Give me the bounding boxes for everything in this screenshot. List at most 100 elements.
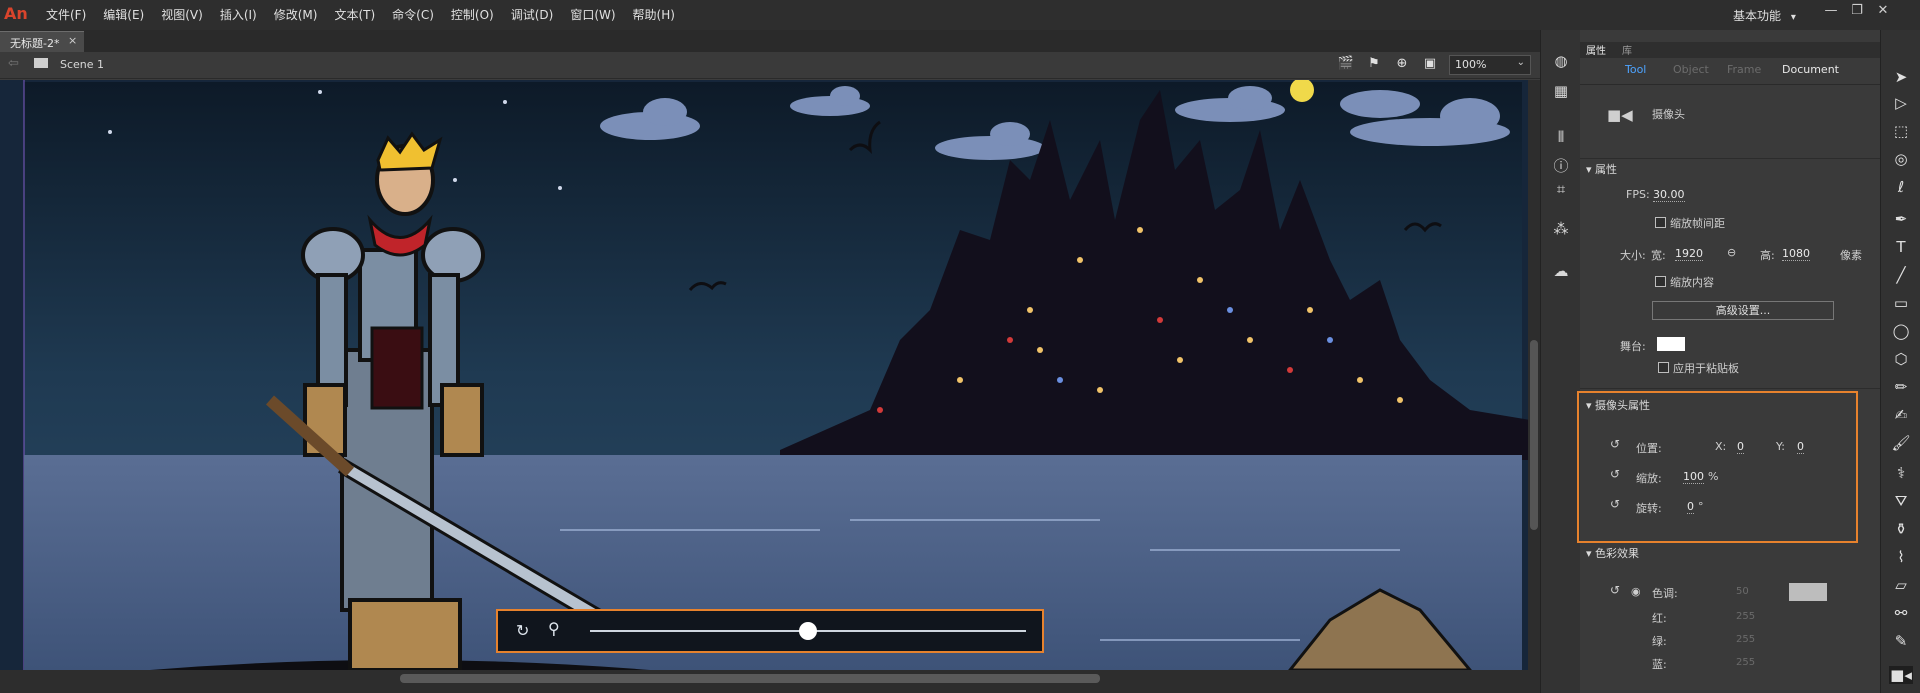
zoom-property-value[interactable]: 100 <box>1683 470 1704 484</box>
apply-pasteboard-checkbox[interactable] <box>1658 362 1669 373</box>
align-icon[interactable]: ⫴ <box>1551 128 1571 146</box>
menu-window[interactable]: 窗口(W) <box>570 0 615 30</box>
fps-value[interactable]: 30.00 <box>1653 188 1685 202</box>
workspace-switcher[interactable]: 基本功能 ▾ <box>1733 7 1796 24</box>
menu-control[interactable]: 控制(O) <box>451 0 494 30</box>
clip-content-icon[interactable]: ▣ <box>1416 56 1444 71</box>
clapperboard-icon <box>34 58 48 68</box>
selection-tool-icon[interactable]: ➤ <box>1889 68 1913 86</box>
menu-debug[interactable]: 调试(D) <box>511 0 554 30</box>
window-controls: — ❐ ✕ <box>1818 3 1896 18</box>
subtab-object[interactable]: Object <box>1673 63 1709 76</box>
width-tool-icon[interactable]: ⚯ <box>1889 604 1913 622</box>
scale-content-checkbox[interactable] <box>1655 276 1666 287</box>
tint-color-swatch[interactable] <box>1789 583 1827 601</box>
back-arrow-icon[interactable]: ⇦ <box>8 56 19 71</box>
camera-slider-handle[interactable] <box>799 622 817 640</box>
zoom-camera-icon[interactable]: ⚲ <box>548 619 560 638</box>
paint-brush-tool-icon[interactable]: ✍ <box>1889 406 1913 424</box>
reset-rotation-icon[interactable]: ↺ <box>1610 497 1620 511</box>
color-section-toggle[interactable]: ▾ 色彩效果 <box>1586 545 1639 561</box>
stage-color-swatch[interactable] <box>1657 337 1685 351</box>
horizontal-scroll-thumb[interactable] <box>400 674 1100 683</box>
bone-tool-icon[interactable]: ⚕ <box>1889 464 1913 482</box>
blue-value[interactable]: 255 <box>1736 657 1755 668</box>
advanced-settings-button[interactable]: 高级设置... <box>1652 301 1834 320</box>
x-value[interactable]: 0 <box>1737 440 1744 454</box>
restore-button[interactable]: ❐ <box>1844 3 1870 18</box>
reset-color-icon[interactable]: ↺ <box>1610 583 1620 597</box>
asset-warp-tool-icon[interactable]: ✎ <box>1889 632 1913 650</box>
menu-text[interactable]: 文本(T) <box>334 0 375 30</box>
pen-tool-icon[interactable]: ✒ <box>1889 210 1913 228</box>
properties-section-toggle[interactable]: ▾ 属性 <box>1586 161 1617 177</box>
width-value[interactable]: 1920 <box>1675 247 1703 261</box>
reset-position-icon[interactable]: ↺ <box>1610 437 1620 451</box>
swatches-icon[interactable]: ▦ <box>1551 82 1571 100</box>
text-tool-icon[interactable]: T <box>1889 238 1913 256</box>
free-transform-tool-icon[interactable]: ⬚ <box>1889 122 1913 140</box>
menu-modify[interactable]: 修改(M) <box>274 0 318 30</box>
camera-clapper-icon[interactable]: 🎬 <box>1332 56 1360 71</box>
lasso-tool-icon[interactable]: ℓ <box>1889 178 1913 196</box>
menu-edit[interactable]: 编辑(E) <box>103 0 144 30</box>
symbol-edit-icon[interactable]: ⚑ <box>1360 56 1388 71</box>
line-tool-icon[interactable]: ╱ <box>1889 266 1913 284</box>
components-icon[interactable]: ⁂ <box>1551 220 1571 238</box>
y-value[interactable]: 0 <box>1797 440 1804 454</box>
reset-zoom-icon[interactable]: ↺ <box>1610 467 1620 481</box>
palette-icon[interactable]: ◍ <box>1551 52 1571 70</box>
subtab-frame[interactable]: Frame <box>1727 63 1761 76</box>
tint-value[interactable]: 50 <box>1736 586 1749 597</box>
close-tab-icon[interactable]: × <box>68 34 77 47</box>
rotation-value[interactable]: 0 <box>1687 500 1694 514</box>
zoom-select[interactable]: 100% ⌄ <box>1449 55 1531 75</box>
scale-span-checkbox[interactable] <box>1655 217 1666 228</box>
transform-icon[interactable]: ⌗ <box>1551 180 1571 198</box>
menu-file[interactable]: 文件(F) <box>46 0 86 30</box>
camera-control-bar: ↻ ⚲ <box>496 609 1044 653</box>
scene-name: Scene 1 <box>60 58 105 71</box>
center-stage-icon[interactable]: ⊕ <box>1388 56 1416 71</box>
minimize-button[interactable]: — <box>1818 3 1844 18</box>
green-value[interactable]: 255 <box>1736 634 1755 645</box>
ink-bottle-tool-icon[interactable]: ⚱ <box>1889 520 1913 538</box>
menu-commands[interactable]: 命令(C) <box>392 0 434 30</box>
link-icon[interactable]: ⊖ <box>1727 246 1736 259</box>
rectangle-tool-icon[interactable]: ▭ <box>1889 294 1913 312</box>
rotate-camera-icon[interactable]: ↻ <box>516 621 529 640</box>
height-value[interactable]: 1080 <box>1782 247 1810 261</box>
stage-canvas[interactable] <box>0 80 1530 670</box>
camera-tool-icon[interactable]: ■◂ <box>1889 666 1913 684</box>
3d-rotation-tool-icon[interactable]: ◎ <box>1889 150 1913 168</box>
chevron-down-icon: ▾ <box>1790 12 1796 23</box>
subtab-document[interactable]: Document <box>1782 63 1839 76</box>
apply-pasteboard-label: 应用于粘贴板 <box>1673 362 1739 375</box>
width-label: 宽: <box>1651 249 1666 262</box>
oval-tool-icon[interactable]: ◯ <box>1889 322 1913 340</box>
chevron-down-icon: ⌄ <box>1516 57 1525 68</box>
cc-libraries-icon[interactable]: ☁ <box>1551 262 1571 280</box>
camera-section-toggle[interactable]: ▾ 摄像头属性 <box>1586 397 1650 413</box>
polystar-tool-icon[interactable]: ⬡ <box>1889 350 1913 368</box>
info-icon[interactable]: ⓘ <box>1551 155 1571 176</box>
eyedropper-tool-icon[interactable]: ⌇ <box>1889 548 1913 566</box>
document-tab[interactable]: 无标题-2* × <box>0 31 84 53</box>
scale-span-label: 缩放帧间距 <box>1670 217 1725 230</box>
pencil-tool-icon[interactable]: ✏ <box>1889 378 1913 396</box>
red-value[interactable]: 255 <box>1736 611 1755 622</box>
subtab-tool[interactable]: Tool <box>1625 63 1646 76</box>
vertical-scroll-thumb[interactable] <box>1530 340 1538 530</box>
brush-tool-icon[interactable]: 🖌 <box>1889 434 1913 452</box>
advanced-settings-label: 高级设置... <box>1715 304 1771 317</box>
close-button[interactable]: ✕ <box>1870 3 1896 18</box>
tab-library[interactable]: 库 <box>1622 42 1632 57</box>
eye-icon[interactable]: ◉ <box>1631 585 1641 598</box>
menu-insert[interactable]: 插入(I) <box>220 0 257 30</box>
paint-bucket-tool-icon[interactable]: ⛛ <box>1889 492 1913 510</box>
eraser-tool-icon[interactable]: ▱ <box>1889 576 1913 594</box>
subselection-tool-icon[interactable]: ▷ <box>1889 94 1913 112</box>
tab-properties[interactable]: 属性 <box>1586 42 1606 57</box>
menu-help[interactable]: 帮助(H) <box>633 0 675 30</box>
menu-view[interactable]: 视图(V) <box>161 0 203 30</box>
